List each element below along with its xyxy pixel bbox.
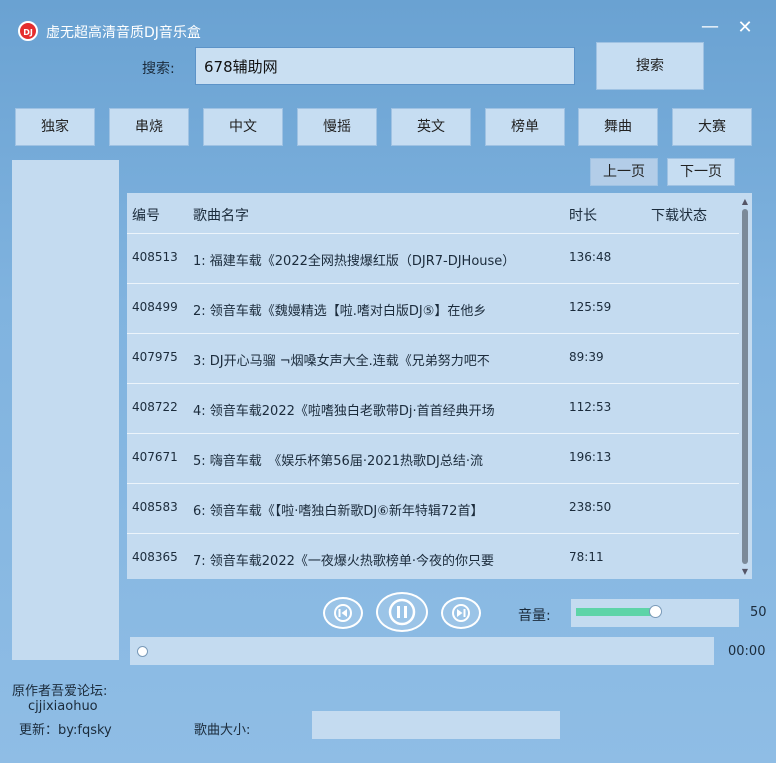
song-id: 408499 (132, 300, 178, 314)
scroll-thumb[interactable] (742, 209, 748, 564)
category-slow-rock-button[interactable]: 慢摇 (297, 108, 377, 146)
scroll-up-icon[interactable]: ▲ (741, 197, 749, 207)
volume-fill (576, 608, 655, 616)
song-duration: 78:11 (569, 550, 604, 564)
song-size-field (312, 711, 560, 739)
song-id: 408365 (132, 550, 178, 564)
progress-knob[interactable] (137, 646, 148, 657)
table-row[interactable]: 407671 5: 嗨音车载 《娱乐杯第56届·2021热歌DJ总结·流 196… (127, 433, 739, 483)
minimize-button[interactable]: — (700, 18, 720, 38)
playback-progress[interactable] (130, 637, 714, 665)
close-button[interactable]: ✕ (735, 18, 755, 38)
search-button[interactable]: 搜索 (596, 42, 704, 90)
prev-page-button[interactable]: 上一页 (590, 158, 658, 186)
song-duration: 196:13 (569, 450, 612, 464)
song-size-label: 歌曲大小: (194, 723, 251, 738)
app-title: 虚无超高清音质DJ音乐盒 (46, 25, 201, 41)
song-name: 6: 领音车载《【啦·嗜独白新歌DJ⑥新年特辑72首】 (193, 504, 484, 519)
song-name: 3: DJ开心马骝 ¬烟嗓女声大全.连载《兄弟努力吧不 (193, 354, 490, 369)
category-chart-button[interactable]: 榜单 (485, 108, 565, 146)
song-name: 7: 领音车载2022《一夜爆火热歌榜单·今夜的你只要 (193, 554, 494, 569)
prev-track-icon (334, 604, 352, 622)
table-row[interactable]: 408722 4: 领音车载2022《啦嗜独白老歌带Dj·首首经典开场 112:… (127, 383, 739, 433)
table-row[interactable]: 407975 3: DJ开心马骝 ¬烟嗓女声大全.连载《兄弟努力吧不 89:39 (127, 333, 739, 383)
song-id: 408722 (132, 400, 178, 414)
header-duration: 时长 (569, 208, 597, 224)
header-status: 下载状态 (651, 208, 707, 224)
credit-update: 更新：by:fqsky (19, 723, 112, 738)
scroll-down-icon[interactable]: ▼ (741, 567, 749, 577)
table-scrollbar[interactable]: ▲ ▼ (741, 197, 749, 577)
category-english-button[interactable]: 英文 (391, 108, 471, 146)
category-dance-button[interactable]: 舞曲 (578, 108, 658, 146)
volume-value: 50 (750, 605, 767, 620)
song-id: 407671 (132, 450, 178, 464)
category-chinese-button[interactable]: 中文 (203, 108, 283, 146)
playlist-panel[interactable] (12, 160, 119, 660)
app-logo-icon: DJ (18, 21, 38, 41)
search-label: 搜索: (142, 61, 175, 77)
song-duration: 89:39 (569, 350, 604, 364)
song-id: 408513 (132, 250, 178, 264)
header-id: 编号 (132, 208, 160, 224)
search-input[interactable] (195, 47, 575, 85)
volume-label: 音量: (518, 608, 551, 624)
table-row[interactable]: 408583 6: 领音车载《【啦·嗜独白新歌DJ⑥新年特辑72首】 238:5… (127, 483, 739, 533)
credit-name: cjjixiaohuo (28, 699, 98, 714)
title-bar: DJ 虚无超高清音质DJ音乐盒 — ✕ (0, 0, 776, 41)
table-row[interactable]: 408513 1: 福建车载《2022全网热搜爆红版（DJR7-DJHouse）… (127, 233, 739, 283)
pause-icon (388, 598, 416, 626)
song-name: 5: 嗨音车载 《娱乐杯第56届·2021热歌DJ总结·流 (193, 454, 484, 469)
prev-track-button[interactable] (323, 597, 363, 629)
song-id: 407975 (132, 350, 178, 364)
table-row[interactable]: 408365 7: 领音车载2022《一夜爆火热歌榜单·今夜的你只要 78:11 (127, 533, 739, 579)
volume-slider[interactable] (571, 599, 739, 627)
song-table: 编号 歌曲名字 时长 下载状态 408513 1: 福建车载《2022全网热搜爆… (127, 193, 752, 579)
song-name: 1: 福建车载《2022全网热搜爆红版（DJR7-DJHouse） (193, 254, 516, 269)
playback-time: 00:00 (728, 644, 766, 659)
category-contest-button[interactable]: 大赛 (672, 108, 752, 146)
category-exclusive-button[interactable]: 独家 (15, 108, 95, 146)
table-row[interactable]: 408499 2: 领音车载《魏嫚精选【啦.嗜对白版DJ⑤】在他乡 125:59 (127, 283, 739, 333)
song-duration: 125:59 (569, 300, 612, 314)
next-page-button[interactable]: 下一页 (667, 158, 735, 186)
song-duration: 238:50 (569, 500, 612, 514)
table-header: 编号 歌曲名字 时长 下载状态 (127, 193, 752, 233)
pause-button[interactable] (376, 592, 428, 632)
credit-author: 原作者吾爱论坛: (12, 684, 108, 699)
song-duration: 112:53 (569, 400, 612, 414)
song-id: 408583 (132, 500, 178, 514)
song-name: 2: 领音车载《魏嫚精选【啦.嗜对白版DJ⑤】在他乡 (193, 304, 487, 319)
next-track-icon (452, 604, 470, 622)
category-medley-button[interactable]: 串烧 (109, 108, 189, 146)
volume-knob[interactable] (648, 605, 662, 618)
header-name: 歌曲名字 (193, 208, 249, 224)
song-name: 4: 领音车载2022《啦嗜独白老歌带Dj·首首经典开场 (193, 404, 495, 419)
next-track-button[interactable] (441, 597, 481, 629)
song-duration: 136:48 (569, 250, 612, 264)
